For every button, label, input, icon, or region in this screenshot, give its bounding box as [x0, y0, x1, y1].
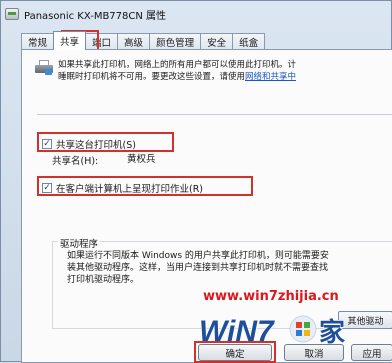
tab-color-management[interactable]: 颜色管理: [149, 33, 202, 50]
properties-window: Panasonic KX-MB778CN 属性 常规 共享 端口 高级 颜色管理…: [0, 0, 392, 363]
drivers-description: 如果运行不同版本 Windows 的用户共享此打印机，则可能需要安 装其他驱动程…: [67, 251, 329, 285]
sharing-description: 如果共享此打印机，网络上的所有用户都可以使用此打印机。计 睡眠时打印机将不可用。…: [58, 60, 297, 82]
shared-printer-icon: [35, 60, 53, 76]
divider: [37, 114, 392, 115]
windows-flag-icon: [289, 315, 317, 343]
tab-strip: 常规 共享 端口 高级 颜色管理 安全 纸盒: [21, 31, 266, 50]
watermark-url: www.win7zhijia.cn: [203, 289, 339, 304]
tab-advanced[interactable]: 高级: [117, 33, 151, 50]
ok-button-highlight: [194, 341, 276, 363]
share-printer-highlight: [37, 132, 174, 152]
cancel-button[interactable]: 取消: [284, 344, 344, 361]
share-name-label: 共享名(H):: [52, 156, 99, 167]
tab-sharing[interactable]: 共享: [53, 31, 87, 50]
tab-general[interactable]: 常规: [21, 33, 55, 50]
title-bar: Panasonic KX-MB778CN 属性: [1, 1, 392, 27]
window-title: Panasonic KX-MB778CN 属性: [24, 10, 167, 22]
tab-security[interactable]: 安全: [200, 33, 234, 50]
drivers-group-title: 驱动程序: [58, 236, 101, 250]
render-client-highlight: [37, 176, 253, 196]
network-sharing-center-link[interactable]: 网络和共享中: [245, 72, 296, 82]
share-name-input[interactable]: [123, 150, 392, 166]
apply-button[interactable]: 应用: [351, 344, 392, 361]
tab-paper-tray[interactable]: 纸盒: [232, 33, 266, 50]
printer-app-icon: [5, 8, 19, 20]
